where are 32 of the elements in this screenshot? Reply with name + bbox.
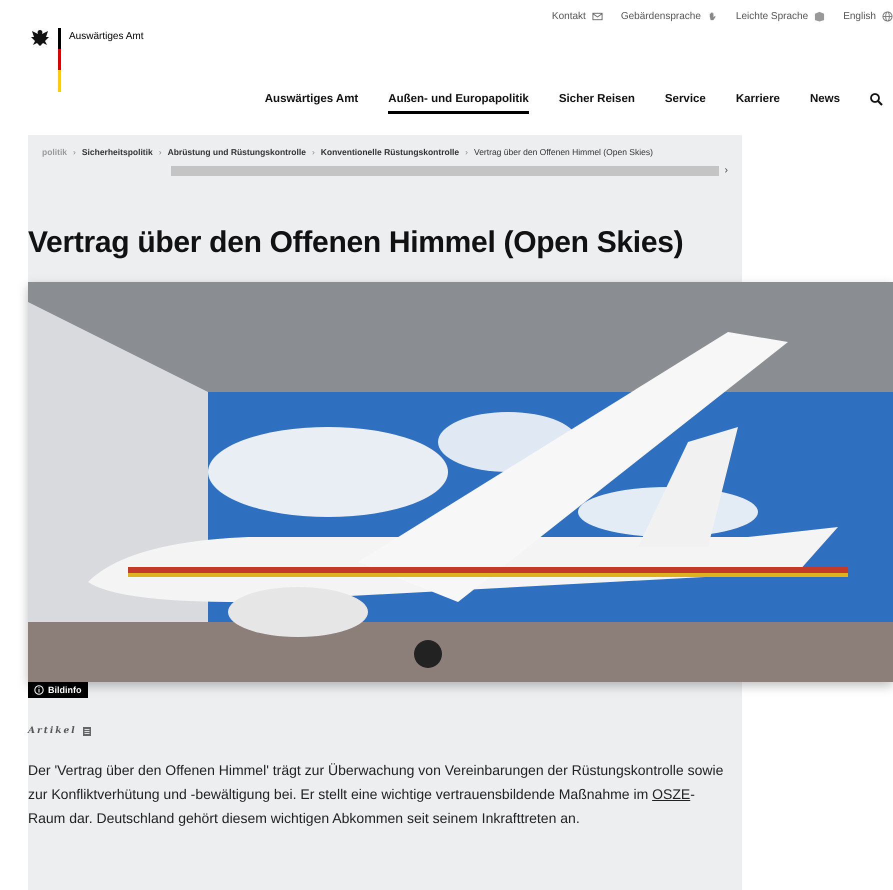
logo-text: Auswärtiges Amt [69,30,144,44]
separator: › [312,147,315,157]
article-label: Artikel [28,726,77,736]
nav-tab[interactable]: Sicher Reisen [558,93,635,114]
scroll-bar[interactable] [171,166,719,176]
image-info-button[interactable]: Bildinfo [28,682,88,698]
flag-stripe [58,28,61,92]
eagle-icon [30,28,50,48]
breadcrumb-link[interactable]: Sicherheitspolitik [82,147,153,157]
osze-link[interactable]: OSZE [652,786,690,802]
article-text: Der 'Vertrag über den Offenen Himmel' trägt zur Überwachung von Vereinbarungen der Rüstungskontrolle sowie zur Konfliktverhütung und -bewältigung bei. Er stellt eine wichtige vertrauensbildende Maßnahme im OSZE-Raum dar. Deutschland gehört diesem wichtigen Abkommen seit seinem Inkrafttreten an. [28,761,724,828]
nav-tab[interactable]: Karriere [736,93,780,114]
separator: › [465,147,468,157]
nav-tab[interactable]: Auswärtiges Amt [264,93,358,114]
nav-tab[interactable]: Service [664,93,706,114]
breadcrumb-link[interactable]: Abrüstung und Rüstungskontrolle [168,147,306,157]
service-link[interactable]: English [843,11,893,22]
breadcrumb-link[interactable]: Vertrag über den Offenen Himmel (Open Skies) [474,147,653,157]
scroll-arrow[interactable]: › [724,165,728,176]
nav-tab[interactable]: News [810,93,840,114]
mail-icon [592,11,603,22]
service-link[interactable]: Gebärdensprache [620,11,718,22]
page-title: Vertrag über den Offenen Himmel (Open Skies) [28,226,684,260]
separator: › [73,147,76,157]
nav-tab[interactable]: Außen- und Europapolitik [388,93,529,114]
service-link[interactable]: Kontakt [552,11,603,22]
breadcrumb-link[interactable]: Konventionelle Rüstungskontrolle [320,147,460,157]
globe-icon [882,11,893,22]
info-icon [34,685,44,695]
service-link[interactable]: Leichte Sprache [736,11,826,22]
separator: › [158,147,162,157]
search-icon[interactable] [870,92,883,106]
